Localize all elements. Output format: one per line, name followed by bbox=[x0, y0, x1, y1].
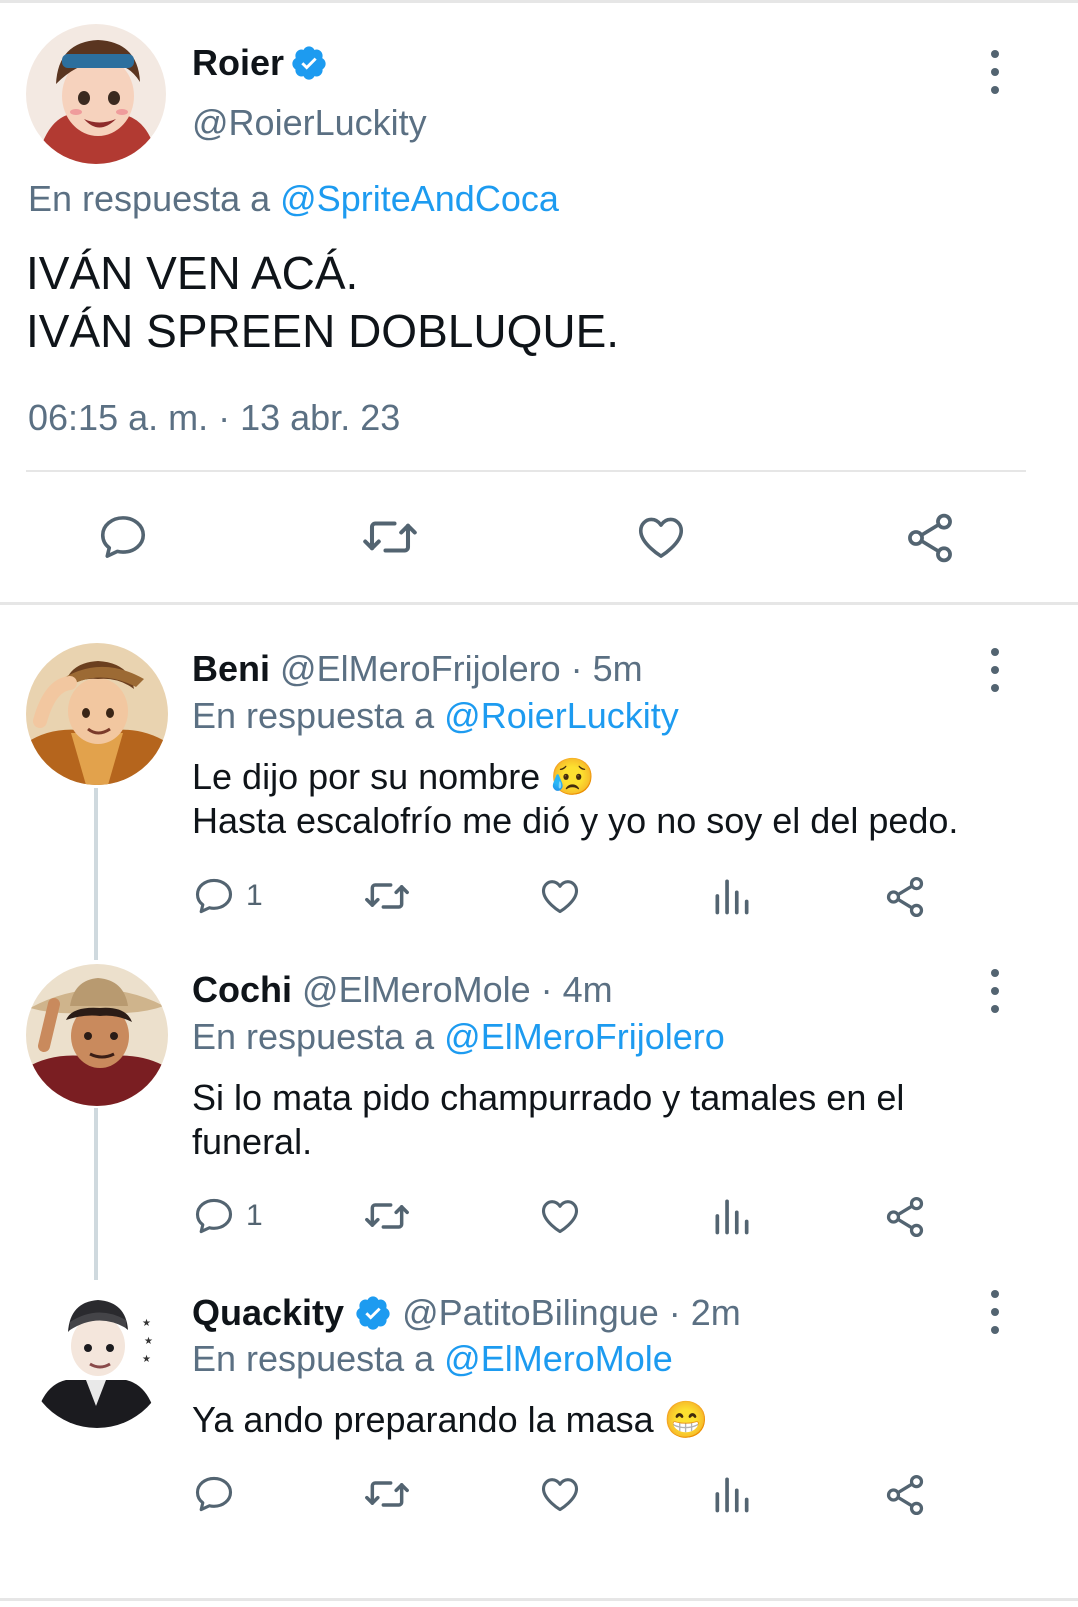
like-icon bbox=[638, 517, 684, 558]
reply-button[interactable] bbox=[96, 510, 150, 564]
reply-to-link[interactable]: @ElMeroMole bbox=[444, 1338, 673, 1379]
retweet-button[interactable] bbox=[362, 1194, 412, 1238]
more-options-icon[interactable] bbox=[988, 1290, 1002, 1334]
reply-icon bbox=[195, 878, 233, 914]
svg-text:★: ★ bbox=[142, 1354, 151, 1365]
reply-text-line-2: funeral. bbox=[192, 1121, 313, 1162]
reply-header: Cochi @ElMeroMole · 4m bbox=[192, 969, 613, 1011]
reply-author-meta[interactable]: @ElMeroMole · 4m bbox=[302, 969, 613, 1010]
reply-text-line-1: Le dijo por su nombre bbox=[192, 756, 541, 797]
verified-badge-icon bbox=[356, 1296, 390, 1330]
reply-to-link[interactable]: @SpriteAndCoca bbox=[280, 178, 559, 219]
avatar-roier[interactable] bbox=[26, 24, 166, 164]
grin-emoji: 😁 bbox=[663, 1399, 709, 1440]
more-options-icon[interactable] bbox=[988, 969, 1002, 1013]
author-handle[interactable]: @RoierLuckity bbox=[192, 102, 427, 144]
reply-header: Beni @ElMeroFrijolero · 5m bbox=[192, 648, 643, 690]
like-button[interactable] bbox=[634, 510, 688, 564]
sad-emoji: 😥 bbox=[550, 756, 596, 797]
tweet-divider bbox=[26, 470, 1026, 472]
share-icon bbox=[886, 876, 924, 918]
retweet-button[interactable] bbox=[362, 874, 412, 918]
thread-line bbox=[94, 1108, 98, 1280]
bottom-divider bbox=[0, 1598, 1078, 1601]
views-icon bbox=[715, 1477, 749, 1513]
thread-line bbox=[94, 788, 98, 960]
like-icon bbox=[541, 1200, 579, 1234]
share-button[interactable] bbox=[882, 1472, 928, 1518]
more-options-icon[interactable] bbox=[988, 648, 1002, 692]
tweet-timestamp[interactable]: 06:15 a. m. · 13 abr. 23 bbox=[28, 397, 400, 439]
reply-context: En respuesta a @SpriteAndCoca bbox=[28, 178, 559, 220]
reply-to-link[interactable]: @RoierLuckity bbox=[444, 695, 679, 736]
reply-button[interactable]: 1 bbox=[192, 1194, 263, 1238]
views-icon bbox=[715, 879, 749, 915]
reply-prefix: En respuesta a bbox=[192, 695, 435, 736]
retweet-icon bbox=[365, 1203, 409, 1229]
share-button[interactable] bbox=[882, 874, 928, 920]
like-button[interactable] bbox=[538, 1194, 582, 1238]
reply-author-name[interactable]: Beni bbox=[192, 648, 270, 689]
reply-icon bbox=[195, 1476, 233, 1512]
reply-icon bbox=[195, 1198, 233, 1234]
reply-text: Le dijo por su nombre 😥 Hasta escalofrío… bbox=[192, 755, 958, 843]
tweet-text-line-1: IVÁN VEN ACÁ. bbox=[26, 247, 359, 299]
like-icon bbox=[541, 1478, 579, 1512]
reply-author-meta[interactable]: @PatitoBilingue · 2m bbox=[402, 1292, 741, 1334]
svg-text:★: ★ bbox=[142, 1318, 151, 1329]
share-icon bbox=[908, 513, 952, 563]
reply-button[interactable]: 1 bbox=[192, 874, 263, 918]
reply-icon bbox=[100, 516, 146, 558]
views-button[interactable] bbox=[710, 874, 754, 918]
reply-prefix: En respuesta a bbox=[192, 1338, 435, 1379]
retweet-button[interactable] bbox=[362, 1472, 412, 1516]
retweet-icon bbox=[363, 521, 417, 553]
author-name[interactable]: Roier bbox=[192, 42, 284, 84]
retweet-button[interactable] bbox=[360, 510, 420, 564]
reply-prefix: En respuesta a bbox=[192, 1016, 435, 1057]
reply-prefix: En respuesta a bbox=[28, 178, 271, 219]
reply-context: En respuesta a @ElMeroMole bbox=[192, 1338, 673, 1380]
svg-text:★: ★ bbox=[144, 1336, 153, 1347]
share-icon bbox=[886, 1474, 924, 1516]
reply-header: Quackity @PatitoBilingue · 2m bbox=[192, 1292, 741, 1334]
reply-context: En respuesta a @ElMeroFrijolero bbox=[192, 1016, 725, 1058]
like-button[interactable] bbox=[538, 874, 582, 918]
reply-author-meta[interactable]: @ElMeroFrijolero · 5m bbox=[280, 648, 643, 689]
views-button[interactable] bbox=[710, 1472, 754, 1516]
share-icon bbox=[886, 1196, 924, 1238]
reply-text: Ya ando preparando la masa 😁 bbox=[192, 1398, 709, 1442]
verified-badge-icon bbox=[292, 46, 326, 80]
views-button[interactable] bbox=[710, 1194, 754, 1238]
reply-to-link[interactable]: @ElMeroFrijolero bbox=[444, 1016, 725, 1057]
avatar-quackity[interactable]: ★ ★ ★ bbox=[26, 1286, 168, 1428]
retweet-icon bbox=[365, 1481, 409, 1507]
reply-text-line-2: Hasta escalofrío me dió y yo no soy el d… bbox=[192, 800, 959, 841]
tweet-text-line-2: IVÁN SPREEN DOBLUQUE. bbox=[26, 305, 620, 357]
reply-count: 1 bbox=[246, 879, 263, 912]
share-button[interactable] bbox=[902, 510, 958, 566]
section-divider bbox=[0, 602, 1078, 605]
like-icon bbox=[541, 880, 579, 914]
author-name-row: Roier bbox=[192, 40, 328, 86]
reply-button[interactable] bbox=[192, 1472, 236, 1516]
avatar-beni[interactable] bbox=[26, 643, 168, 785]
reply-context: En respuesta a @RoierLuckity bbox=[192, 695, 679, 737]
reply-text-line-1: Si lo mata pido champurrado y tamales en… bbox=[192, 1077, 905, 1118]
views-icon bbox=[715, 1199, 749, 1235]
tweet-text: IVÁN VEN ACÁ. IVÁN SPREEN DOBLUQUE. bbox=[26, 244, 619, 360]
reply-author-name[interactable]: Quackity bbox=[192, 1292, 344, 1334]
reply-text: Si lo mata pido champurrado y tamales en… bbox=[192, 1076, 904, 1164]
retweet-icon bbox=[365, 883, 409, 909]
like-button[interactable] bbox=[538, 1472, 582, 1516]
share-button[interactable] bbox=[882, 1194, 928, 1240]
reply-text-line-1: Ya ando preparando la masa bbox=[192, 1399, 654, 1440]
avatar-cochi[interactable] bbox=[26, 964, 168, 1106]
top-divider bbox=[0, 0, 1078, 3]
reply-count: 1 bbox=[246, 1199, 263, 1232]
reply-author-name[interactable]: Cochi bbox=[192, 969, 292, 1010]
more-options-icon[interactable] bbox=[988, 50, 1002, 94]
